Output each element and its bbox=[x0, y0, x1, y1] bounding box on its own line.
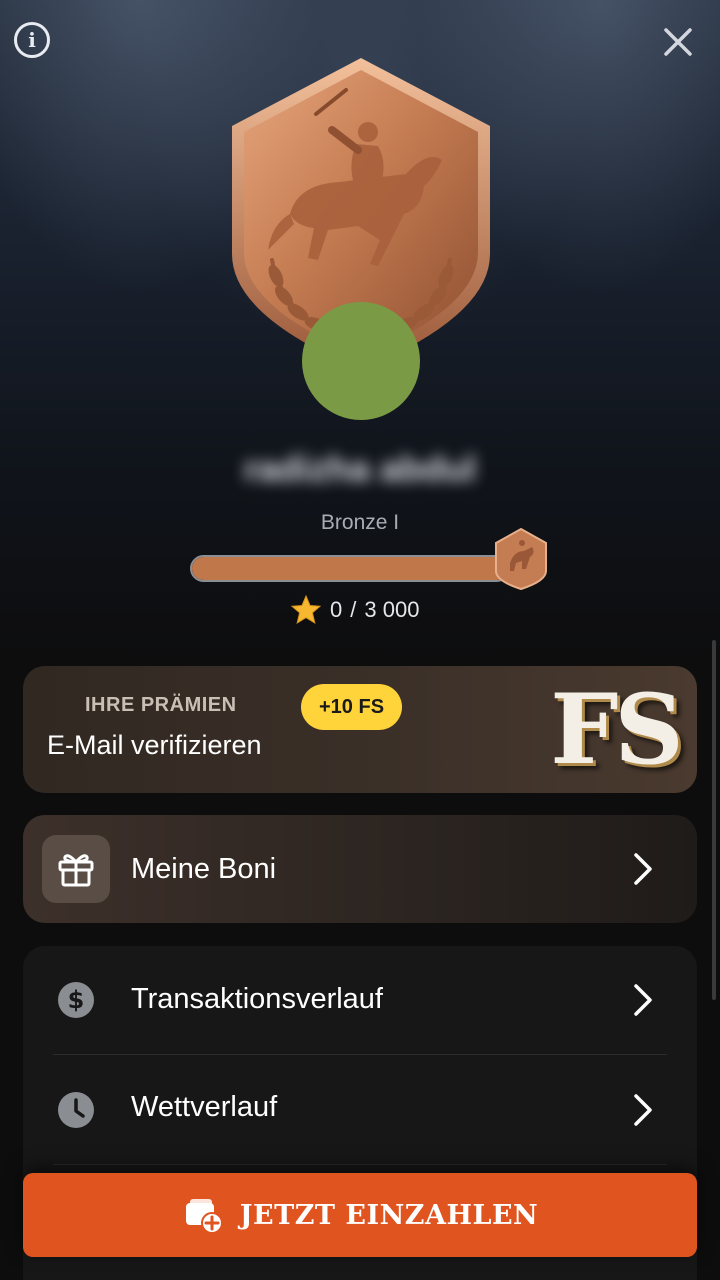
clock-icon bbox=[58, 1092, 94, 1128]
chevron-right-icon bbox=[634, 1094, 652, 1126]
chevron-right-icon bbox=[634, 853, 652, 885]
level-name: Bronze I bbox=[320, 511, 400, 534]
points-target: 3 000 bbox=[364, 597, 420, 622]
divider bbox=[53, 1054, 667, 1055]
points-counter: 0 / 3 000 bbox=[290, 594, 419, 626]
star-icon bbox=[290, 594, 322, 625]
menu-item-label: Wettverlauf bbox=[131, 1091, 278, 1123]
rewards-task: E-Mail verifizieren bbox=[47, 730, 262, 760]
info-button[interactable]: i bbox=[14, 22, 50, 58]
svg-text:$: $ bbox=[68, 986, 85, 1014]
gift-icon-box bbox=[42, 835, 110, 903]
info-icon: i bbox=[28, 28, 36, 52]
menu-item-label: Transaktionsverlauf bbox=[131, 983, 383, 1015]
avatar bbox=[302, 302, 420, 420]
dollar-icon: $ bbox=[58, 982, 94, 1018]
level-progress-bar bbox=[190, 555, 510, 582]
chevron-right-icon bbox=[634, 984, 652, 1016]
deposit-label: JETZT EINZAHLEN bbox=[239, 1199, 539, 1231]
level-progress-fill bbox=[192, 557, 508, 580]
points-separator: / bbox=[350, 597, 357, 622]
wallet-plus-icon bbox=[185, 1199, 223, 1234]
my-bonuses-button[interactable]: Meine Boni bbox=[23, 815, 697, 923]
my-bonuses-label: Meine Boni bbox=[131, 853, 277, 885]
points-current: 0 bbox=[330, 597, 343, 622]
menu-item-transactions[interactable]: $ Transaktionsverlauf bbox=[23, 946, 697, 1054]
user-name: radizha abdul bbox=[243, 448, 477, 489]
free-spins-art: FS bbox=[550, 673, 683, 786]
divider bbox=[53, 1164, 667, 1165]
free-spins-badge: +10 FS bbox=[301, 684, 403, 730]
deposit-button[interactable]: JETZT EINZAHLEN bbox=[23, 1173, 697, 1257]
close-icon[interactable] bbox=[660, 24, 696, 60]
scrollbar[interactable] bbox=[712, 640, 716, 1000]
rewards-title: IHRE PRÄMIEN bbox=[85, 694, 237, 716]
menu-item-bet-history[interactable]: Wettverlauf bbox=[23, 1056, 697, 1164]
gift-icon bbox=[58, 854, 94, 887]
rewards-card[interactable]: IHRE PRÄMIEN E-Mail verifizieren +10 FS … bbox=[23, 666, 697, 793]
next-level-medal-icon bbox=[495, 527, 547, 591]
